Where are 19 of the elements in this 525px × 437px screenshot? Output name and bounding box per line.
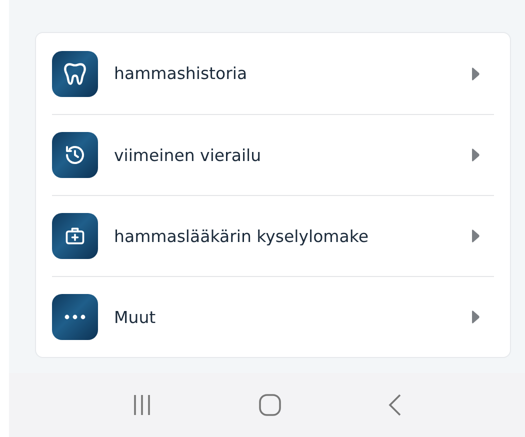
menu-item[interactable]: viimeinen vierailu (52, 114, 494, 195)
home-button[interactable] (258, 393, 282, 417)
medical-kit-icon (64, 225, 86, 247)
recent-apps-button[interactable] (132, 394, 152, 416)
back-button[interactable] (388, 393, 402, 417)
history-icon (63, 143, 87, 167)
menu-item-label: viimeinen vierailu (114, 146, 262, 164)
chevron-icon (471, 310, 480, 324)
chevron-icon (471, 229, 480, 243)
menu-item-label: Muut (114, 308, 157, 326)
menu-item[interactable]: Muut (52, 276, 494, 357)
chevron-icon (471, 66, 480, 80)
menu-item[interactable]: hammashistoria (52, 33, 494, 114)
more-icon (63, 313, 87, 321)
menu-item-label: hammashistoria (114, 64, 248, 83)
menu-item-label: hammaslääkärin kyselylomake (114, 226, 370, 246)
menu-item[interactable]: hammaslääkärin kyselylomake (52, 195, 494, 276)
tooth-icon (62, 60, 88, 86)
chevron-icon (471, 148, 480, 162)
